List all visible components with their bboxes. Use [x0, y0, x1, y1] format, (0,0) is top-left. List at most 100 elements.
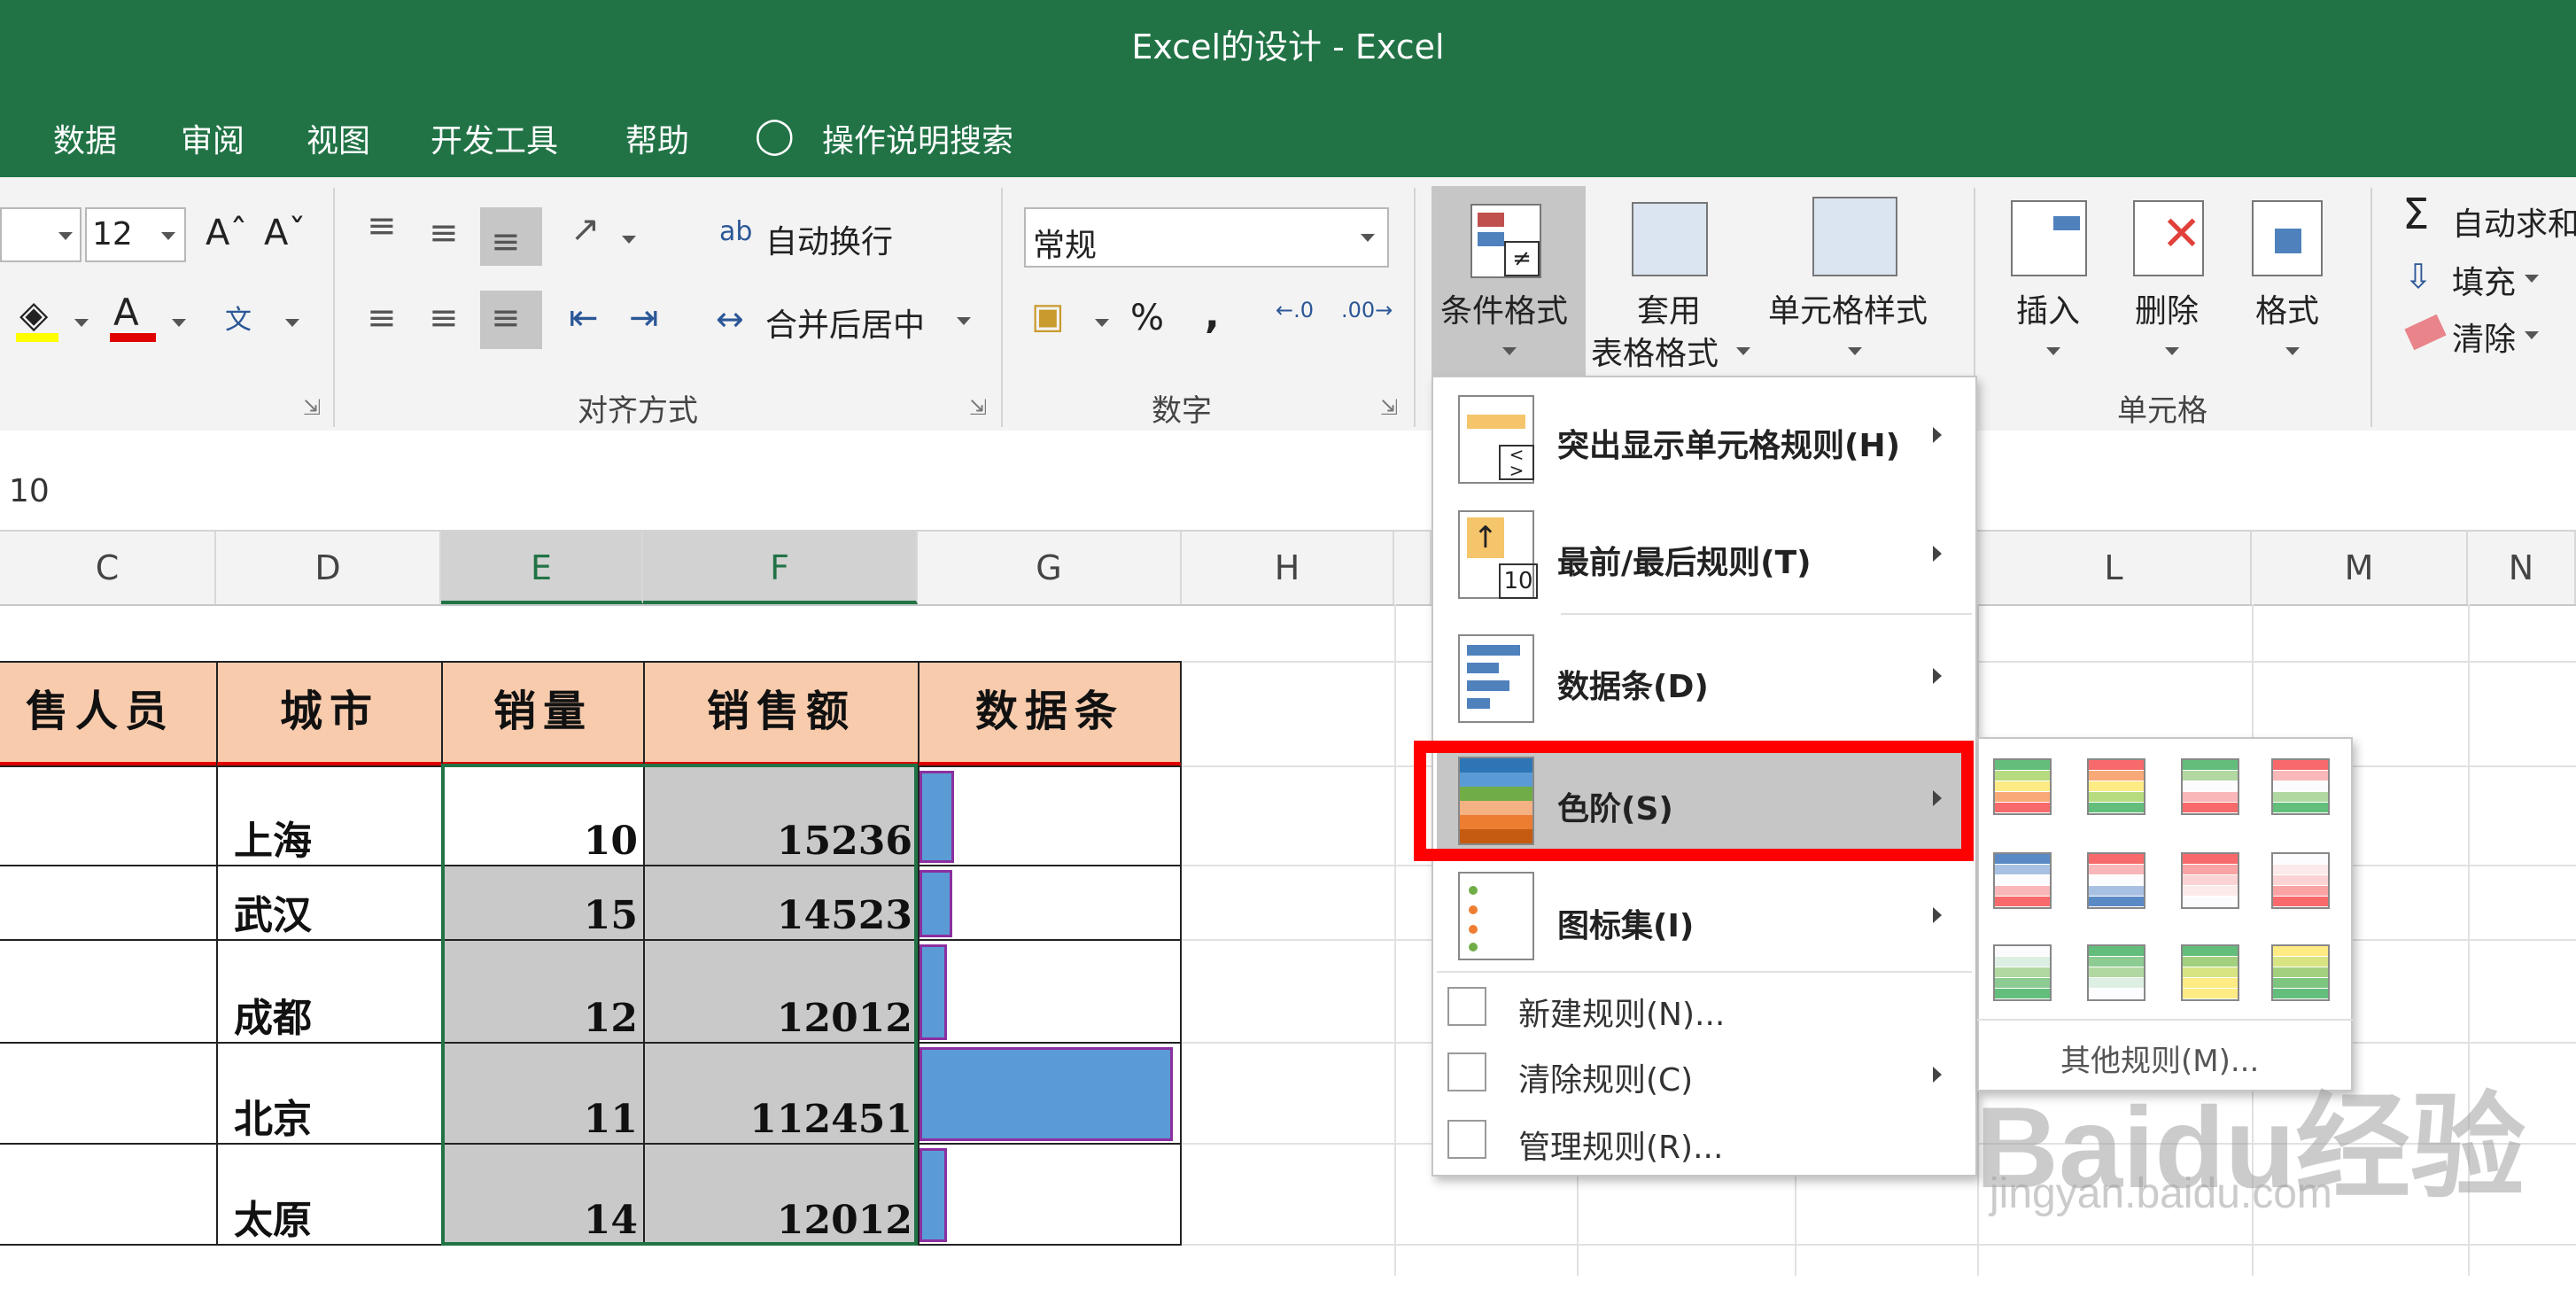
column-header-l[interactable]: L	[1977, 532, 2252, 604]
cell-databar[interactable]	[918, 865, 1182, 941]
formula-value: 10	[9, 473, 50, 509]
color-scale-option[interactable]	[2087, 852, 2145, 909]
menu-help[interactable]: 帮助	[625, 115, 689, 161]
percent-button[interactable]: %	[1130, 298, 1164, 338]
color-scale-option[interactable]	[2271, 758, 2330, 815]
column-header-f[interactable]: F	[643, 532, 918, 604]
menu-item-top-bottom-rules[interactable]: ↑ 10 最前/最后规则(T)	[1437, 501, 1972, 613]
color-scale-option[interactable]	[2271, 944, 2330, 1001]
menu-label: 清除规则(C)	[1518, 1062, 1694, 1099]
fill-button[interactable]: 填充	[2452, 257, 2516, 303]
decrease-decimal-icon[interactable]: .00→	[1341, 298, 1393, 322]
cell-salesperson[interactable]	[0, 939, 218, 1044]
cell-databar[interactable]	[918, 1042, 1182, 1145]
increase-font-icon[interactable]: Aˆ	[206, 213, 247, 253]
color-scale-option[interactable]	[2181, 852, 2239, 909]
cell-databar[interactable]	[918, 765, 1182, 866]
cell-city[interactable]: 太原	[216, 1143, 443, 1246]
header-sales[interactable]: 销售额	[643, 661, 919, 767]
color-scale-option[interactable]	[1993, 944, 2052, 1001]
cell-city[interactable]: 上海	[216, 765, 443, 866]
align-center-icon[interactable]: ≡	[429, 298, 459, 338]
font-color-icon[interactable]: A	[113, 291, 139, 334]
delete-button[interactable]: 删除	[2135, 285, 2199, 331]
comma-button[interactable]: ,	[1205, 292, 1220, 338]
dialog-launcher-icon[interactable]: ⇲	[969, 395, 987, 420]
align-left-icon[interactable]: ≡	[367, 298, 397, 338]
menu-view[interactable]: 视图	[306, 115, 370, 161]
decrease-font-icon[interactable]: Aˇ	[264, 213, 306, 253]
cell-city[interactable]: 成都	[216, 939, 443, 1044]
merge-center-button[interactable]: 合并后居中	[765, 299, 925, 346]
menu-item-clear-rules[interactable]: 清除规则(C)	[1437, 1044, 1972, 1106]
autosum-button[interactable]: 自动求和	[2452, 198, 2576, 245]
color-scale-option[interactable]	[2087, 944, 2145, 1001]
color-scale-option[interactable]	[2271, 852, 2330, 909]
dialog-launcher-icon[interactable]: ⇲	[1380, 395, 1398, 420]
menu-item-highlight-rules[interactable]: < > 突出显示单元格规则(H)	[1437, 386, 1972, 493]
menu-data[interactable]: 数据	[53, 115, 117, 161]
data-bar	[919, 771, 954, 863]
cell-databar[interactable]	[918, 939, 1182, 1044]
cell-databar[interactable]	[918, 1143, 1182, 1246]
color-scale-option[interactable]	[1993, 758, 2052, 815]
cell-styles-button[interactable]: 单元格样式	[1768, 285, 1928, 331]
menu-item-data-bars[interactable]: 数据条(D)	[1437, 625, 1972, 735]
increase-decimal-icon[interactable]: ←.0	[1276, 298, 1314, 322]
color-scale-option[interactable]	[1993, 852, 2052, 909]
menu-item-new-rule[interactable]: 新建规则(N)...	[1437, 978, 1972, 1040]
chevron-down-icon	[1502, 347, 1517, 355]
column-header-d[interactable]: D	[216, 532, 441, 604]
menu-item-manage-rules[interactable]: 管理规则(R)...	[1437, 1111, 1972, 1173]
menu-label: 图标集(I)	[1557, 908, 1695, 944]
menu-developer[interactable]: 开发工具	[431, 115, 558, 161]
menu-item-icon-sets[interactable]: 图标集(I)	[1437, 865, 1972, 971]
currency-icon[interactable]: ▣	[1031, 296, 1065, 337]
increase-indent-icon[interactable]: ⇥	[629, 298, 659, 338]
orientation-icon[interactable]: ↗	[570, 209, 601, 250]
column-header-e[interactable]: E	[441, 532, 643, 604]
insert-button[interactable]: 插入	[2016, 285, 2080, 331]
table-format-label-1[interactable]: 套用	[1637, 285, 1701, 331]
cells-group-label: 单元格	[2117, 393, 2207, 429]
decrease-indent-icon[interactable]: ⇤	[569, 298, 599, 338]
chevron-down-icon	[172, 319, 186, 327]
cell-salesperson[interactable]	[0, 765, 218, 866]
tell-me-search[interactable]: 操作说明搜索	[822, 115, 1013, 161]
header-databar[interactable]: 数据条	[918, 661, 1182, 767]
column-header-i[interactable]	[1394, 532, 1432, 604]
column-header-c[interactable]: C	[0, 532, 216, 604]
table-format-label-2[interactable]: 表格格式	[1591, 328, 1719, 374]
cell-salesperson[interactable]	[0, 865, 218, 941]
menu-review[interactable]: 审阅	[181, 115, 244, 161]
header-salesperson[interactable]: 售人员	[0, 661, 218, 767]
chevron-down-icon	[1095, 319, 1109, 327]
align-top-icon[interactable]: ≡	[367, 206, 397, 246]
format-button[interactable]: 格式	[2255, 285, 2319, 331]
column-header-n[interactable]: N	[2468, 532, 2576, 604]
fill-color-icon[interactable]: ◈	[19, 292, 48, 336]
cell-city[interactable]: 武汉	[216, 865, 443, 941]
formula-bar[interactable]	[0, 431, 2576, 532]
color-scale-option[interactable]	[2087, 758, 2145, 815]
align-middle-icon[interactable]: ≡	[429, 213, 459, 253]
color-scale-option[interactable]	[2181, 758, 2239, 815]
submenu-arrow-icon	[1933, 668, 1942, 684]
cell-salesperson[interactable]	[0, 1143, 218, 1246]
column-header-g[interactable]: G	[918, 532, 1182, 604]
wrap-text-button[interactable]: 自动换行	[765, 216, 893, 262]
color-scale-option[interactable]	[2181, 944, 2239, 1001]
column-header-m[interactable]: M	[2252, 532, 2468, 604]
separator	[1001, 188, 1003, 427]
phonetic-icon[interactable]: 文	[225, 298, 252, 337]
header-quantity[interactable]: 销量	[441, 661, 645, 767]
cell-salesperson[interactable]	[0, 1042, 218, 1145]
column-header-h[interactable]: H	[1182, 532, 1394, 604]
chevron-down-icon	[285, 319, 299, 327]
dialog-launcher-icon[interactable]: ⇲	[303, 395, 321, 420]
clear-button[interactable]: 清除	[2452, 314, 2516, 360]
cell-city[interactable]: 北京	[216, 1042, 443, 1145]
number-format-select[interactable]: 常规	[1024, 207, 1389, 268]
header-city[interactable]: 城市	[216, 661, 443, 767]
highlight-rules-icon: < >	[1458, 395, 1534, 484]
